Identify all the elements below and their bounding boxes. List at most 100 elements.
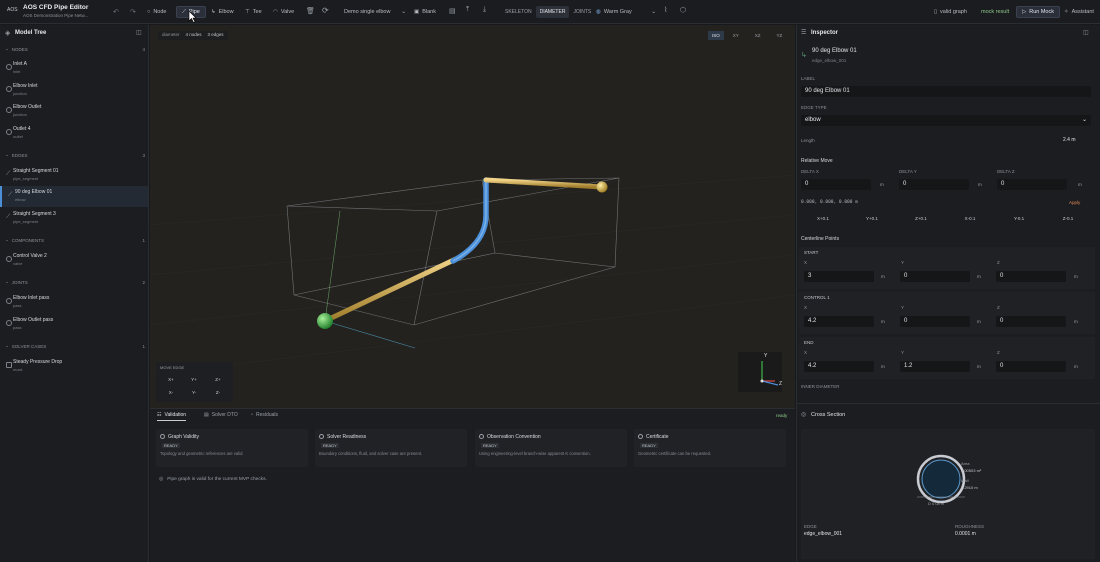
tree-item-component[interactable]: Control Valve 2 valve [0,250,148,271]
tree-item-edge-selected[interactable]: ⟋ 90 deg Elbow 01 elbow [0,186,148,207]
control-z-input[interactable]: 0 [996,316,1066,327]
move-y-plus-button[interactable]: Y+ [185,377,203,382]
chart-icon[interactable]: ⌇ [664,6,667,14]
mode-skeleton[interactable]: SKELETON [501,6,536,18]
save-icon[interactable]: ▤ [449,7,456,15]
nudge-x-plus-button[interactable]: X+0.1 [811,216,835,221]
mode-joints[interactable]: JOINTS [569,6,595,18]
chevron-down-icon: ⌄ [5,237,9,242]
tree-item-edge[interactable]: ⟋ Straight Segment 3 pipe_segment [0,208,148,229]
move-x-minus-button[interactable]: X- [162,390,180,395]
mouse-cursor-icon [188,10,197,23]
apply-button[interactable]: Apply [1069,200,1080,205]
relative-move-title: Relative Move [801,158,833,164]
section-components[interactable]: ⌄ COMPONENTS 1 [5,237,145,243]
blank-button[interactable]: ▣ Blank [414,6,436,18]
end-x-input[interactable]: 4.2 [804,361,874,372]
tree-item-node[interactable]: Outlet 4 outlet [0,123,148,144]
chevron-down-icon: ⌄ [5,279,9,284]
tree-item-joint[interactable]: Elbow Outlet pass pass [0,314,148,335]
mode-diameter[interactable]: DIAMETER [535,6,570,18]
edge-type-select[interactable]: elbow ⌄ [801,115,1091,126]
delete-icon[interactable]: 🗑 [306,7,315,15]
collapse-panel-icon[interactable]: ◫ [136,29,142,36]
layers-icon: ◈ [5,30,11,37]
theme-select[interactable]: ◍ Warm Gray ⌄ [596,6,656,18]
centerline-title: Centerline Points [801,236,840,242]
move-z-minus-button[interactable]: Z- [209,390,227,395]
add-elbow-button[interactable]: ↳ Elbow [211,6,234,18]
start-y-input[interactable]: 0 [900,271,970,282]
section-solver-cases[interactable]: ⌄ SOLVER CASES 1 [5,343,145,349]
section-joints[interactable]: ⌄ JOINTS 2 [5,279,145,285]
elbow-icon: ↳ [211,9,216,15]
nudge-z-minus-button[interactable]: Z-0.1 [1056,216,1080,221]
run-mock-button[interactable]: ▷ Run Mock [1016,6,1060,18]
node-outlet[interactable] [596,181,608,193]
move-y-minus-button[interactable]: Y- [185,390,203,395]
add-tee-button[interactable]: ⊤ Tee [245,6,262,18]
import-icon[interactable]: ⤓ [483,6,486,14]
delta-z-caption: DELTA Z [997,169,1015,174]
preset-select[interactable]: Demo single elbow ⌄ [344,6,406,18]
move-x-plus-button[interactable]: X+ [162,377,180,382]
end-y-input[interactable]: 1.2 [900,361,970,372]
tree-item-node[interactable]: Elbow Outlet junction [0,101,148,122]
file-icon: ▤ [204,412,209,418]
label-input[interactable]: 90 deg Elbow 01 [801,86,1091,97]
control-y-input[interactable]: 0 [900,316,970,327]
joint-icon [6,320,12,326]
roughness-value: 0.0001 m [955,531,976,537]
node-icon [6,64,12,70]
tab-validation[interactable]: ☷ Validation [157,412,187,421]
control-x-input[interactable]: 4.2 [804,316,874,327]
app-badge: AOS [7,7,18,13]
cube-icon[interactable]: ⬡ [680,6,686,14]
nudge-y-minus-button[interactable]: Y-0.1 [1007,216,1031,221]
start-z-input[interactable]: 0 [996,271,1066,282]
tab-residuals[interactable]: ◔ Residuals [250,412,278,418]
status-ready: ready [776,413,788,418]
tree-item-node[interactable]: Inlet Ainlet [0,58,148,79]
section-edges[interactable]: ⌄ EDGES 3 [5,152,145,158]
delta-x-input[interactable]: 0 [801,179,871,190]
pipe-straight-segment-01[interactable] [322,255,461,324]
delta-y-input[interactable]: 0 [899,179,969,190]
nudge-x-minus-button[interactable]: X-0.1 [958,216,982,221]
refresh-icon[interactable]: ⟳ [322,6,329,15]
check-icon [319,434,324,439]
tab-solver-dto[interactable]: ▤ Solver DTO [204,412,238,418]
tree-item-solver-case[interactable]: Steady Pressure Drop mock [0,356,148,377]
node-icon: ○ [147,9,151,15]
delta-z-input[interactable]: 0 [997,179,1067,190]
axis-gizmo [738,352,782,392]
point-end: END X Y Z 4.2 m 1.2 m 0 m [799,337,1095,379]
chevron-down-icon: ⌄ [5,152,9,157]
start-x-input[interactable]: 3 [804,271,874,282]
node-inlet[interactable] [317,313,333,329]
chevron-down-icon: ⌄ [5,46,9,51]
export-icon[interactable]: ⤒ [466,6,469,14]
tree-item-edge[interactable]: ⟋ Straight Segment 01 pipe_segment [0,165,148,186]
end-z-input[interactable]: 0 [996,361,1066,372]
collapse-panel-icon[interactable]: ◫ [1083,29,1089,36]
nudge-y-plus-button[interactable]: Y+0.1 [860,216,884,221]
assistant-button[interactable]: ✧ Assistant [1064,6,1094,18]
undo-icon[interactable]: ↶ [113,8,119,16]
move-z-plus-button[interactable]: Z+ [209,377,227,382]
add-valve-button[interactable]: ◠ Valve [273,6,294,18]
move-edge-title: MOVE EDGE [160,365,185,370]
inspector-title: Inspector [811,30,839,36]
edge-value: edge_elbow_001 [804,531,843,537]
viewport-3d[interactable]: diameter 4 nodes 3 edges ISO XY XZ YZ Y … [150,25,795,408]
palette-icon: ◍ [596,9,601,15]
valve-icon: ◠ [273,9,278,15]
checklist-icon: ☷ [157,412,162,418]
add-node-button[interactable]: ○ Node [147,6,166,18]
redo-icon[interactable]: ↷ [130,8,136,16]
section-nodes[interactable]: ⌄ NODES 4 [5,46,145,52]
pipe-straight-segment-3[interactable] [483,177,605,190]
tree-item-node[interactable]: Elbow Inlet junction [0,80,148,101]
nudge-z-plus-button[interactable]: Z+0.1 [909,216,933,221]
tree-item-joint[interactable]: Elbow Inlet pass pass [0,292,148,313]
